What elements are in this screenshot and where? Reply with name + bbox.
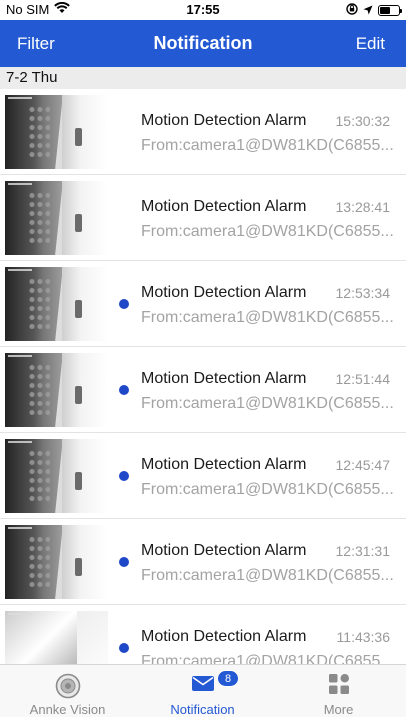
snapshot-thumbnail [5, 95, 108, 169]
snapshot-thumbnail [5, 353, 108, 427]
snapshot-thumbnail [5, 181, 108, 255]
notification-row[interactable]: Motion Detection Alarm 12:53:34 From:cam… [0, 261, 406, 347]
notification-time: 12:51:44 [335, 371, 391, 387]
notification-title: Motion Detection Alarm [141, 456, 307, 473]
notification-source: From:camera1@DW81KD(C6855... [141, 137, 394, 154]
battery-icon [378, 5, 402, 16]
unread-indicator [119, 299, 129, 309]
unread-indicator [119, 385, 129, 395]
notification-time: 13:28:41 [335, 199, 391, 215]
tab-annke-vision[interactable]: Annke Vision [0, 665, 135, 717]
envelope-icon [191, 673, 215, 698]
notification-title: Motion Detection Alarm [141, 284, 307, 301]
notification-source: From:camera1@DW81KD(C6855... [141, 567, 394, 584]
status-right [346, 3, 402, 18]
notification-title: Motion Detection Alarm [141, 628, 307, 645]
tab-label: More [323, 702, 354, 717]
tab-label: Annke Vision [29, 702, 106, 717]
notification-row[interactable]: Motion Detection Alarm 13:28:41 From:cam… [0, 175, 406, 261]
snapshot-thumbnail [5, 611, 108, 664]
more-grid-icon [328, 673, 350, 700]
edit-button[interactable]: Edit [356, 34, 385, 54]
unread-indicator [119, 471, 129, 481]
status-bar: No SIM 17:55 [0, 0, 406, 20]
location-icon [363, 3, 373, 18]
tab-notification[interactable]: 8 Notification [135, 665, 270, 717]
camera-lens-icon [55, 673, 81, 704]
tab-more[interactable]: More [271, 665, 406, 717]
rotation-lock-icon [346, 3, 358, 18]
notification-row[interactable]: Motion Detection Alarm 12:31:31 From:cam… [0, 519, 406, 605]
unread-indicator [119, 643, 129, 653]
notification-time: 12:45:47 [335, 457, 391, 473]
notification-time: 15:30:32 [335, 113, 391, 129]
notification-source: From:camera1@DW81KD(C6855... [141, 223, 394, 240]
notification-source: From:camera1@DW81KD(C6855... [141, 309, 394, 326]
notification-source: From:camera1@DW81KD(C6855... [141, 481, 394, 498]
snapshot-thumbnail [5, 439, 108, 513]
unread-indicator [119, 557, 129, 567]
date-section-header: 7-2 Thu [0, 67, 406, 89]
notification-title: Motion Detection Alarm [141, 198, 307, 215]
notification-row[interactable]: Motion Detection Alarm 12:51:44 From:cam… [0, 347, 406, 433]
tab-label: Notification [170, 702, 235, 717]
notification-title: Motion Detection Alarm [141, 112, 307, 129]
snapshot-thumbnail [5, 267, 108, 341]
nav-bar: Filter Notification Edit [0, 20, 406, 67]
notification-time: 11:43:36 [336, 629, 390, 645]
notification-source: From:camera1@DW81KD(C6855... [141, 395, 394, 412]
notification-row[interactable]: Motion Detection Alarm 11:43:36 From:cam… [0, 605, 406, 664]
unread-count-badge: 8 [217, 670, 239, 687]
notification-list[interactable]: Motion Detection Alarm 15:30:32 From:cam… [0, 89, 406, 664]
notification-row[interactable]: Motion Detection Alarm 15:30:32 From:cam… [0, 89, 406, 175]
snapshot-thumbnail [5, 525, 108, 599]
notification-time: 12:53:34 [335, 285, 391, 301]
tab-bar: Annke Vision 8 Notification More [0, 664, 406, 717]
notification-row[interactable]: Motion Detection Alarm 12:45:47 From:cam… [0, 433, 406, 519]
notification-time: 12:31:31 [335, 543, 391, 559]
page-title: Notification [153, 33, 253, 53]
notification-title: Motion Detection Alarm [141, 542, 307, 559]
notification-source: From:camera1@DW81KD(C6855... [141, 653, 394, 664]
notification-title: Motion Detection Alarm [141, 370, 307, 387]
